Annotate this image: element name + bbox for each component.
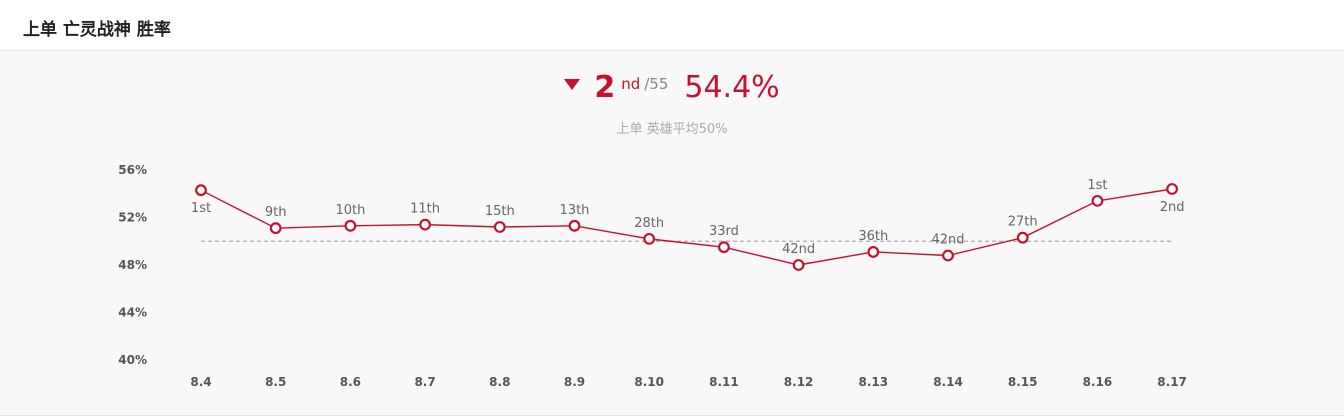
rank-data-label: 42nd xyxy=(782,242,815,257)
y-tick-label: 52% xyxy=(118,211,147,225)
data-point xyxy=(1016,231,1029,244)
x-tick-label: 8.11 xyxy=(709,375,739,389)
x-tick-label: 8.8 xyxy=(489,375,510,389)
x-tick-label: 8.4 xyxy=(190,375,211,389)
data-point xyxy=(718,241,730,254)
rank-data-label: 28th xyxy=(634,216,664,231)
data-point xyxy=(867,246,880,258)
rank-data-label: 42nd xyxy=(931,233,964,248)
y-tick-label: 56% xyxy=(118,163,147,177)
data-point xyxy=(792,259,805,271)
rank-data-label: 9th xyxy=(265,205,287,220)
rank-data-label: 1st xyxy=(1087,178,1107,193)
data-point xyxy=(942,249,954,262)
data-point xyxy=(643,232,656,245)
y-tick-label: 40% xyxy=(118,353,147,367)
x-tick-label: 8.9 xyxy=(564,375,585,389)
rank-data-label: 33rd xyxy=(709,224,739,239)
rank-data-label: 11th xyxy=(410,202,440,217)
rank-data-label: 2nd xyxy=(1160,200,1185,215)
x-tick-label: 8.14 xyxy=(933,375,963,389)
x-tick-label: 8.17 xyxy=(1157,375,1187,389)
data-point xyxy=(269,222,282,235)
x-tick-label: 8.13 xyxy=(858,375,888,389)
rank-data-label: 13th xyxy=(560,203,590,218)
x-tick-label: 8.6 xyxy=(340,375,361,389)
rank-data-label: 1st xyxy=(191,201,211,216)
x-tick-label: 8.15 xyxy=(1008,375,1038,389)
data-point xyxy=(568,219,581,232)
x-tick-label: 8.5 xyxy=(265,375,286,389)
data-point xyxy=(493,221,506,233)
data-point xyxy=(1166,183,1178,195)
data-point xyxy=(344,219,357,232)
x-tick-label: 8.16 xyxy=(1083,375,1113,389)
win-rate-line-chart: 56% 52% 48% 44% 40% 8.4 8.5 8.6 8.7 8.8 8.9 8.10 8.1… xyxy=(118,163,1187,389)
x-tick-label: 8.12 xyxy=(784,375,814,389)
x-tick-label: 8.10 xyxy=(634,375,664,389)
data-point xyxy=(195,184,207,197)
rank-data-label: 27th xyxy=(1008,215,1038,230)
rank-data-label: 10th xyxy=(335,203,365,218)
data-point xyxy=(1091,194,1104,207)
y-tick-label: 44% xyxy=(118,306,147,320)
y-tick-label: 48% xyxy=(118,258,147,272)
rank-data-label: 15th xyxy=(485,204,515,219)
x-tick-label: 8.7 xyxy=(414,375,435,389)
rank-data-label: 36th xyxy=(858,229,888,244)
data-point xyxy=(419,218,432,231)
